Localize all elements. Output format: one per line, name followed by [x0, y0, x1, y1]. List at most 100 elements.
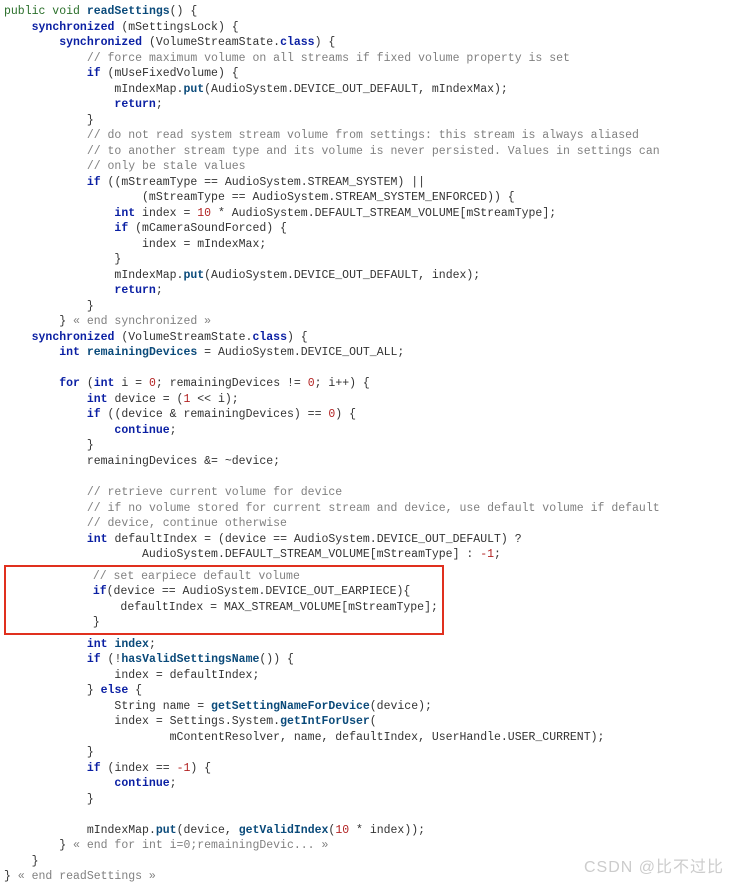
num: 0 [308, 377, 315, 390]
text: device = ( [108, 393, 184, 406]
brace: } [93, 616, 100, 629]
brace: } [32, 855, 39, 868]
brace: } [87, 114, 94, 127]
kw-for: for [59, 377, 80, 390]
text: () { [170, 5, 198, 18]
text: ; [170, 777, 177, 790]
text: AudioSystem.DEFAULT_STREAM_VOLUME[mStrea… [142, 548, 480, 561]
brace: } [114, 253, 121, 266]
code-block: public void readSettings() { synchronize… [4, 4, 740, 885]
text: ; [149, 638, 156, 651]
text: (VolumeStreamState. [142, 36, 280, 49]
text: ; [156, 284, 163, 297]
text: (index == [101, 762, 177, 775]
text: mIndexMap. [114, 83, 183, 96]
text: index = [135, 207, 197, 220]
call: getIntForUser [280, 715, 370, 728]
text: ( [80, 377, 94, 390]
text: = AudioSystem.DEVICE_OUT_ALL; [197, 346, 404, 359]
fold-marker: « end readSettings » [11, 870, 156, 883]
comment: // force maximum volume on all streams i… [87, 52, 570, 65]
text: { [128, 684, 142, 697]
text: (device); [370, 700, 432, 713]
num: -1 [480, 548, 494, 561]
call-put: put [183, 83, 204, 96]
brace: } [87, 439, 94, 452]
kw-int: int [59, 346, 80, 359]
brace: } [87, 746, 94, 759]
kw-synchronized: synchronized [32, 331, 115, 344]
comment: // do not read system stream volume from… [87, 129, 639, 142]
kw-public: public void [4, 5, 87, 18]
text: ((device & remainingDevices) == [101, 408, 329, 421]
text: (mUseFixedVolume) { [101, 67, 239, 80]
kw-if: if [93, 585, 107, 598]
brace: } [87, 793, 94, 806]
text: ()) { [259, 653, 294, 666]
call: getValidIndex [239, 824, 329, 837]
kw-synchronized: synchronized [59, 36, 142, 49]
text: (device == AudioSystem.DEVICE_OUT_EARPIE… [107, 585, 411, 598]
text: index = defaultIndex; [114, 669, 259, 682]
text: (AudioSystem.DEVICE_OUT_DEFAULT, mIndexM… [204, 83, 508, 96]
text: ; remainingDevices != [156, 377, 308, 390]
kw-return: return [114, 98, 155, 111]
brace: } [87, 684, 101, 697]
comment: // device, continue otherwise [87, 517, 287, 530]
text: index = mIndexMax; [142, 238, 266, 251]
kw-continue: continue [114, 777, 169, 790]
kw-else: else [101, 684, 129, 697]
comment: // if no volume stored for current strea… [87, 502, 660, 515]
comment: // set earpiece default volume [93, 570, 300, 583]
text: (mSettingsLock) { [114, 21, 238, 34]
call-put: put [183, 269, 204, 282]
text: (mStreamType == AudioSystem.STREAM_SYSTE… [142, 191, 515, 204]
text: * index)); [349, 824, 425, 837]
kw-int: int [87, 393, 108, 406]
text: mIndexMap. [87, 824, 156, 837]
comment: // only be stale values [87, 160, 246, 173]
kw-if: if [114, 222, 128, 235]
text: ( [370, 715, 377, 728]
num: 0 [149, 377, 156, 390]
text: remainingDevices &= ~device; [87, 455, 280, 468]
brace: } [87, 300, 94, 313]
brace: } [4, 870, 11, 883]
text: mIndexMap. [114, 269, 183, 282]
text: ((mStreamType == AudioSystem.STREAM_SYST… [101, 176, 425, 189]
text: (device, [177, 824, 239, 837]
kw-continue: continue [114, 424, 169, 437]
text: defaultIndex = (device == AudioSystem.DE… [108, 533, 522, 546]
text: ; [170, 424, 177, 437]
kw-if: if [87, 67, 101, 80]
text: ; [494, 548, 501, 561]
text: (! [101, 653, 122, 666]
kw-if: if [87, 408, 101, 421]
text: << i); [190, 393, 238, 406]
text: ) { [190, 762, 211, 775]
text: ) { [315, 36, 336, 49]
comment: // to another stream type and its volume… [87, 145, 660, 158]
comment: // retrieve current volume for device [87, 486, 342, 499]
text: ; [156, 98, 163, 111]
var-name: remainingDevices [87, 346, 197, 359]
method-name: readSettings [87, 5, 170, 18]
text: defaultIndex = MAX_STREAM_VOLUME[mStream… [120, 601, 437, 614]
num: -1 [177, 762, 191, 775]
text: (AudioSystem.DEVICE_OUT_DEFAULT, index); [204, 269, 480, 282]
highlight-box: // set earpiece default volume if(device… [4, 565, 444, 635]
text: (mCameraSoundForced) { [128, 222, 287, 235]
call-put: put [156, 824, 177, 837]
num: 10 [335, 824, 349, 837]
text: mContentResolver, name, defaultIndex, Us… [170, 731, 605, 744]
kw-class: class [280, 36, 315, 49]
var-name: index [114, 638, 149, 651]
kw-int: int [87, 638, 108, 651]
text: index = Settings.System. [114, 715, 280, 728]
text: (VolumeStreamState. [114, 331, 252, 344]
text: i = [114, 377, 149, 390]
fold-marker: « end synchronized » [66, 315, 211, 328]
kw-if: if [87, 176, 101, 189]
brace: } [59, 839, 66, 852]
kw-if: if [87, 653, 101, 666]
